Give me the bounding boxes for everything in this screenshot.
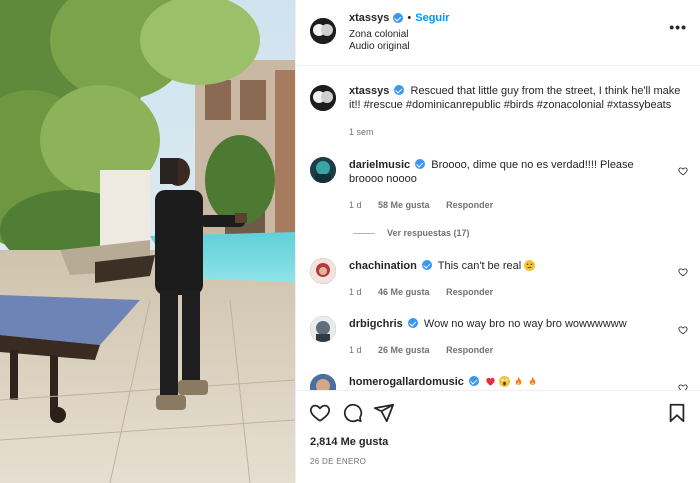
video-frame-illustration: [0, 0, 295, 483]
view-replies-label: Ver respuestas (17): [387, 228, 470, 238]
like-comment-heart-icon[interactable]: [678, 267, 688, 277]
comment-timestamp[interactable]: 1 d: [349, 345, 362, 355]
caption-timestamp[interactable]: 1 sem: [349, 127, 374, 137]
view-replies-button[interactable]: Ver respuestas (17): [353, 228, 470, 238]
caption-text-block: xtassys Rescued that little guy from the…: [349, 84, 689, 112]
comment-text-block: darielmusic Broooo, dime que no es verda…: [349, 158, 669, 186]
like-comment-heart-icon[interactable]: [678, 383, 688, 390]
post-actions-bar: 2,814 Me gusta 26 DE ENERO: [296, 390, 700, 483]
reply-button[interactable]: Responder: [446, 345, 493, 355]
replies-divider: [353, 232, 375, 234]
separator-dot: •: [407, 12, 412, 24]
caption-username[interactable]: xtassys: [349, 85, 389, 97]
comment-text-block: homerogallardomusic: [349, 375, 669, 389]
screaming-face-emoji: [499, 376, 511, 387]
red-heart-emoji: [485, 376, 496, 387]
commenter-avatar[interactable]: [310, 374, 336, 390]
comment-likes[interactable]: 58 Me gusta: [378, 200, 430, 210]
post-header: xtassys • Seguir Zona colonial Audio ori…: [296, 0, 700, 66]
worried-face-emoji: [524, 260, 536, 271]
commenter-username[interactable]: chachination: [349, 260, 417, 272]
reply-button[interactable]: Responder: [446, 287, 493, 297]
verified-badge-icon: [407, 318, 418, 328]
share-icon[interactable]: [373, 402, 395, 424]
author-username[interactable]: xtassys: [349, 12, 389, 24]
comment-text-block: chachination This can't be real: [349, 259, 669, 273]
post-date[interactable]: 26 DE ENERO: [310, 457, 366, 466]
commenter-username[interactable]: homerogallardomusic: [349, 376, 464, 388]
commenter-username[interactable]: darielmusic: [349, 159, 410, 171]
bookmark-icon[interactable]: [666, 402, 688, 424]
comment-meta: 1 d 26 Me gusta Responder: [349, 345, 507, 355]
follow-button[interactable]: Seguir: [415, 12, 449, 24]
more-options-button[interactable]: •••: [669, 20, 687, 34]
comment-text-block: drbigchris Wow no way bro no way bro wow…: [349, 317, 669, 331]
post-audio[interactable]: Audio original: [349, 41, 410, 52]
header-user-row: xtassys • Seguir: [349, 12, 449, 24]
fire-emoji: [527, 376, 538, 387]
post-media-video[interactable]: [0, 0, 295, 483]
post-detail-panel: xtassys • Seguir Zona colonial Audio ori…: [295, 0, 700, 483]
comment-timestamp[interactable]: 1 d: [349, 287, 362, 297]
verified-badge-icon: [393, 13, 404, 23]
verified-badge-icon: [468, 376, 479, 386]
reply-button[interactable]: Responder: [446, 200, 493, 210]
comment-likes[interactable]: 46 Me gusta: [378, 287, 430, 297]
comment-text: Wow no way bro no way bro wowwwwww: [423, 318, 627, 330]
like-comment-heart-icon[interactable]: [678, 325, 688, 335]
fire-emoji: [513, 376, 524, 387]
commenter-avatar[interactable]: [310, 316, 336, 342]
comment-meta: 1 d 46 Me gusta Responder: [349, 287, 507, 297]
caption-avatar[interactable]: [310, 85, 336, 111]
commenter-username[interactable]: drbigchris: [349, 318, 403, 330]
comment-text: This can't be real: [437, 260, 522, 272]
comment-timestamp[interactable]: 1 d: [349, 200, 362, 210]
commenter-avatar[interactable]: [310, 258, 336, 284]
author-avatar[interactable]: [310, 18, 336, 44]
verified-badge-icon: [394, 85, 405, 95]
commenter-avatar[interactable]: [310, 157, 336, 183]
comment-icon[interactable]: [341, 402, 363, 424]
comments-list[interactable]: xtassys Rescued that little guy from the…: [296, 66, 700, 390]
post-likes-count[interactable]: 2,814 Me gusta: [310, 436, 388, 448]
like-comment-heart-icon[interactable]: [678, 166, 688, 176]
comment-likes[interactable]: 26 Me gusta: [378, 345, 430, 355]
verified-badge-icon: [421, 260, 432, 270]
post-location[interactable]: Zona colonial: [349, 29, 408, 40]
heart-icon[interactable]: [309, 402, 331, 424]
verified-badge-icon: [415, 159, 426, 169]
comment-meta: 1 d 58 Me gusta Responder: [349, 200, 507, 210]
